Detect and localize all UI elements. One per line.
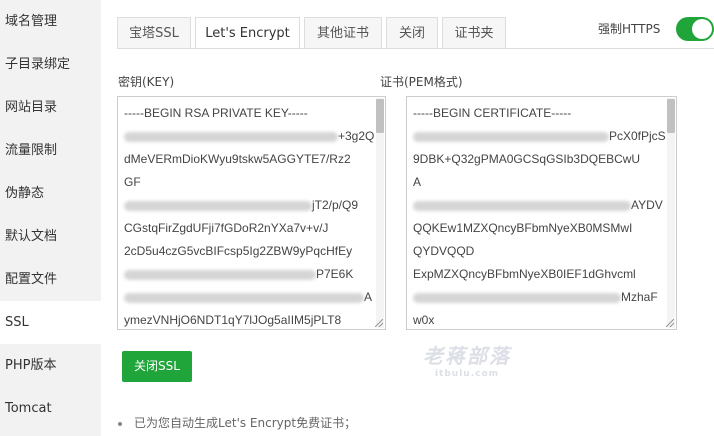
- key-line: 2cD5u4czG5vcBIFcsp5Ig2ZBW9yPqcHfEy: [124, 244, 353, 258]
- tab-close[interactable]: 关闭: [386, 17, 438, 49]
- key-text: -----BEGIN RSA PRIVATE KEY----- +3g2Q dMeV…: [124, 102, 374, 329]
- sidebar-item-domain[interactable]: 域名管理: [0, 0, 101, 43]
- sidebar-item-config[interactable]: 配置文件: [0, 258, 101, 301]
- bullet-icon: [118, 421, 122, 426]
- sidebar-item-site-dir[interactable]: 网站目录: [0, 86, 101, 129]
- redacted-blur: [413, 200, 631, 211]
- cert-line: MzhaF: [413, 286, 666, 309]
- cert-line: w0x: [413, 313, 435, 327]
- watermark-main: 老蒋部落: [423, 344, 511, 368]
- redacted-blur: [124, 131, 338, 142]
- key-resize-handle[interactable]: [375, 319, 383, 327]
- cert-line: AYDV: [413, 194, 666, 217]
- sidebar-item-traffic-limit[interactable]: 流量限制: [0, 129, 101, 172]
- key-scrollbar-thumb[interactable]: [376, 99, 384, 133]
- tab-other-cert[interactable]: 其他证书: [304, 17, 382, 49]
- key-line: ymezVNHjO6NDT1qY7lJOg5aIIM5jPLT8: [124, 313, 342, 327]
- tab-cert-folder[interactable]: 证书夹: [442, 17, 506, 49]
- toggle-knob: [692, 19, 712, 39]
- key-line: GF: [124, 175, 141, 189]
- key-line: A: [124, 286, 374, 309]
- sidebar-item-subdir[interactable]: 子目录绑定: [0, 43, 101, 86]
- cert-resize-handle[interactable]: [666, 319, 674, 327]
- cert-line: QQKEw1MZXQncyBFbmNyeXB0MSMwI: [413, 221, 633, 235]
- tab-lets-encrypt[interactable]: Let's Encrypt: [195, 17, 300, 49]
- cert-scrollbar-thumb[interactable]: [667, 99, 675, 133]
- sidebar-item-tomcat[interactable]: Tomcat: [0, 387, 101, 430]
- key-line: CGstqFirZgdUFji7fGDoR2nYXa7v+v/J: [124, 221, 329, 235]
- cert-line: ExpMZXQncyBFbmNyeXB0IEF1dGhvcml: [413, 267, 636, 281]
- key-line: -----BEGIN RSA PRIVATE KEY-----: [124, 106, 308, 120]
- watermark-sub: itbulu.com: [434, 369, 500, 379]
- redacted-blur: [124, 200, 312, 211]
- cert-line: A: [413, 175, 422, 189]
- key-line: +3g2Q: [124, 125, 374, 148]
- key-label: 密钥(KEY): [118, 75, 175, 89]
- redacted-blur: [413, 292, 621, 303]
- sidebar-item-default-doc[interactable]: 默认文档: [0, 215, 101, 258]
- cert-textarea[interactable]: -----BEGIN CERTIFICATE----- PcX0fPjcS 9DBK…: [406, 96, 677, 330]
- redacted-blur: [413, 131, 609, 142]
- cert-label: 证书(PEM格式): [380, 75, 463, 89]
- sidebar: 域名管理 子目录绑定 网站目录 流量限制 伪静态 默认文档 配置文件 SSL P…: [0, 0, 101, 436]
- key-line: dMeVERmDioKWyu9tskw5AGGYTE7/Rz2: [124, 152, 351, 166]
- sidebar-item-php-version[interactable]: PHP版本: [0, 344, 101, 387]
- cert-text: -----BEGIN CERTIFICATE----- PcX0fPjcS 9DBK…: [413, 102, 666, 329]
- tab-divider: [117, 48, 714, 49]
- ssl-tabs: 宝塔SSL Let's Encrypt 其他证书 关闭 证书夹: [117, 17, 510, 49]
- redacted-blur: [124, 292, 364, 303]
- cert-line: QYDVQQD: [413, 244, 475, 258]
- key-line: P7E6K: [124, 263, 374, 286]
- cert-line: -----BEGIN CERTIFICATE-----: [413, 106, 572, 120]
- info-note: 已为您自动生成Let's Encrypt免费证书；: [118, 414, 356, 431]
- cert-line: PcX0fPjcS: [413, 125, 666, 148]
- tab-baota-ssl[interactable]: 宝塔SSL: [117, 17, 191, 49]
- key-textarea[interactable]: -----BEGIN RSA PRIVATE KEY----- +3g2Q dMeV…: [117, 96, 386, 330]
- force-https-toggle[interactable]: [676, 17, 714, 41]
- sidebar-item-ssl[interactable]: SSL: [0, 301, 101, 344]
- sidebar-item-rewrite[interactable]: 伪静态: [0, 172, 101, 215]
- note-text: 已为您自动生成Let's Encrypt免费证书；: [134, 416, 357, 430]
- force-https-label: 强制HTTPS: [598, 22, 661, 36]
- cert-line: 9DBK+Q32gPMA0GCSqGSIb3DQEBCwU: [413, 152, 641, 166]
- watermark-logo: 老蒋部落 itbulu.com: [412, 340, 522, 379]
- close-ssl-button[interactable]: 关闭SSL: [122, 351, 192, 382]
- redacted-blur: [124, 269, 316, 280]
- key-line: jT2/p/Q9: [124, 194, 374, 217]
